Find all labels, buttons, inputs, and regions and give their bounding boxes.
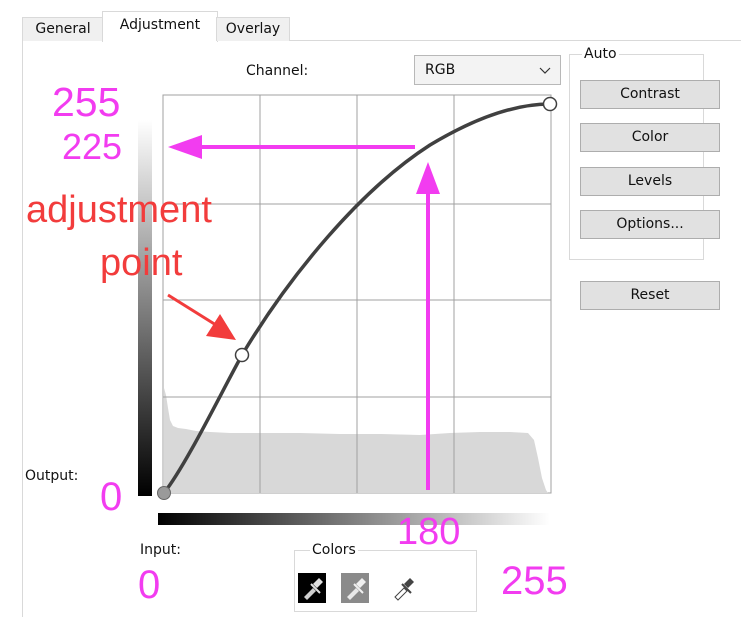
- tab-overlay-label: Overlay: [225, 21, 281, 37]
- colors-group-title: Colors: [310, 542, 358, 558]
- tab-adjustment-label: Adjustment: [119, 17, 201, 33]
- tab-bar: General Adjustment Overlay: [22, 11, 741, 42]
- tab-general[interactable]: General: [22, 17, 104, 41]
- panel-border: [22, 40, 23, 617]
- levels-button[interactable]: Levels: [580, 167, 720, 196]
- annotation-output-255: 255: [52, 79, 121, 125]
- channel-select[interactable]: RGB: [414, 55, 561, 85]
- color-button[interactable]: Color: [580, 123, 720, 152]
- output-label: Output:: [25, 468, 79, 484]
- eyedropper-icon: [347, 578, 366, 600]
- gray-point-eyedropper-button[interactable]: [341, 573, 369, 603]
- reset-button[interactable]: Reset: [580, 281, 720, 310]
- input-gradient-bar: [158, 513, 550, 525]
- end-point-handle[interactable]: [542, 96, 558, 112]
- annotation-adjustment: adjustment: [26, 189, 212, 231]
- start-point-handle[interactable]: [157, 486, 171, 500]
- auto-group-title: Auto: [582, 46, 619, 62]
- annotation-input-255: 255: [501, 559, 568, 603]
- annotation-point: point: [100, 242, 183, 284]
- tab-general-label: General: [35, 21, 91, 37]
- adjustment-point-handle[interactable]: [234, 347, 250, 363]
- input-label: Input:: [140, 542, 181, 558]
- annotation-output-225: 225: [62, 126, 123, 167]
- tab-adjustment[interactable]: Adjustment: [102, 11, 218, 42]
- channel-label: Channel:: [246, 63, 309, 79]
- annotation-output-0: 0: [100, 475, 123, 519]
- channel-select-value: RGB: [425, 62, 456, 78]
- white-point-eyedropper-button[interactable]: [389, 573, 417, 603]
- options-button[interactable]: Options...: [580, 210, 720, 239]
- eyedropper-icon: [304, 578, 323, 600]
- contrast-button[interactable]: Contrast: [580, 80, 720, 109]
- black-point-eyedropper-button[interactable]: [298, 573, 326, 603]
- eyedropper-icon: [394, 578, 414, 601]
- output-gradient-bar: [138, 120, 152, 496]
- annotation-input-0: 0: [138, 563, 161, 607]
- annotation-input-180: 180: [397, 511, 461, 553]
- chevron-down-icon: [539, 67, 551, 74]
- tab-overlay[interactable]: Overlay: [216, 17, 290, 41]
